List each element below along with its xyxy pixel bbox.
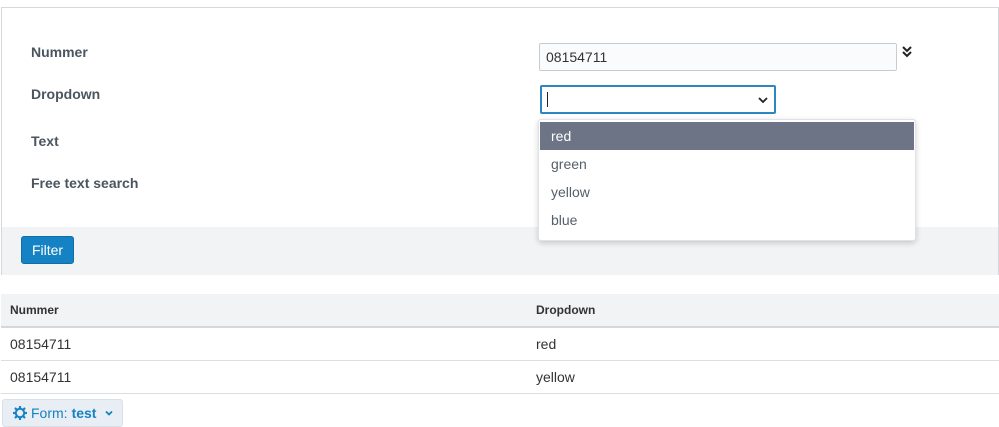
filter-button[interactable]: Filter bbox=[21, 236, 74, 264]
gear-icon bbox=[13, 406, 27, 420]
table-header-row: Nummer Dropdown bbox=[1, 294, 999, 328]
dropdown-label: Dropdown bbox=[31, 86, 101, 102]
table-row[interactable]: 08154711 red bbox=[1, 327, 999, 361]
form-menu-name: test bbox=[71, 405, 97, 421]
table-cell: 08154711 bbox=[1, 327, 527, 361]
form-menu-button[interactable]: Form: test bbox=[2, 399, 124, 427]
free-text-search-label: Free text search bbox=[31, 175, 139, 191]
text-label: Text bbox=[31, 133, 59, 149]
dropdown-option-blue[interactable]: blue bbox=[540, 206, 914, 234]
dropdown-option-yellow[interactable]: yellow bbox=[540, 178, 914, 206]
text-cursor bbox=[547, 92, 548, 107]
double-chevron-down-icon[interactable] bbox=[900, 44, 914, 60]
form-menu-prefix: Form: bbox=[31, 405, 68, 421]
chevron-down-icon bbox=[105, 410, 114, 416]
column-header-nummer[interactable]: Nummer bbox=[1, 294, 527, 328]
table-cell: yellow bbox=[527, 360, 999, 394]
chevron-down-icon[interactable] bbox=[757, 94, 769, 106]
dropdown-option-green[interactable]: green bbox=[540, 150, 914, 178]
nummer-input[interactable]: 08154711 bbox=[539, 43, 897, 71]
dropdown-select[interactable] bbox=[540, 85, 776, 114]
dropdown-option-red[interactable]: red bbox=[540, 122, 914, 150]
column-header-dropdown[interactable]: Dropdown bbox=[527, 294, 999, 328]
table-row[interactable]: 08154711 yellow bbox=[1, 360, 999, 394]
dropdown-options-list: red green yellow blue bbox=[538, 119, 916, 241]
table-cell: 08154711 bbox=[1, 360, 527, 394]
results-table: Nummer Dropdown 08154711 red 08154711 ye… bbox=[1, 294, 999, 394]
table-cell: red bbox=[527, 327, 999, 361]
nummer-label: Nummer bbox=[31, 44, 88, 60]
